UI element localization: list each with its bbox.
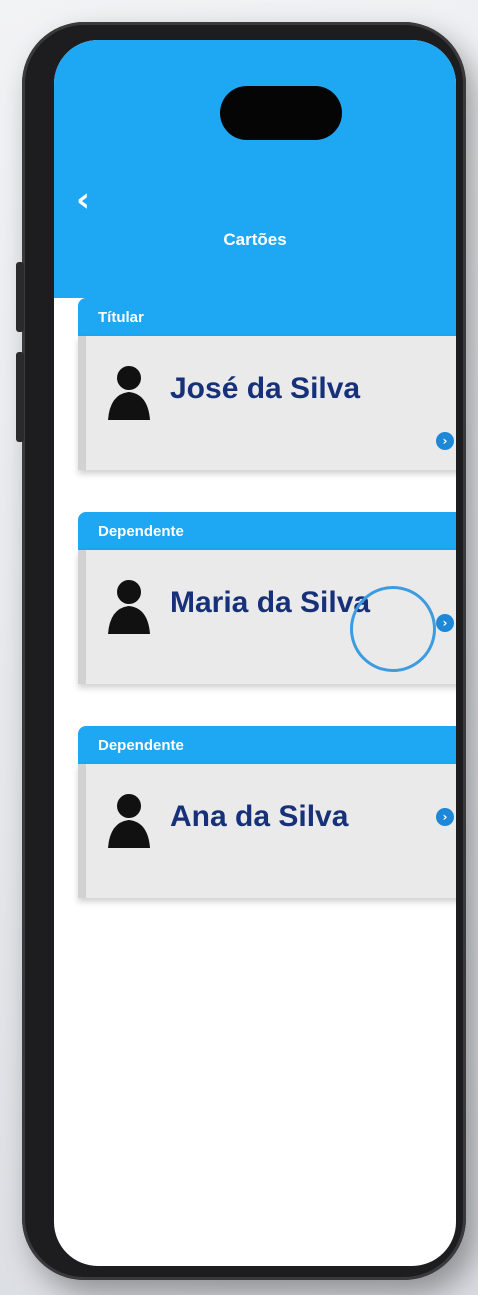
card-type-label: Títular bbox=[78, 298, 456, 336]
chevron-right-circle-icon[interactable]: › bbox=[436, 432, 454, 450]
card-body[interactable]: Ana da Silva › bbox=[78, 764, 456, 898]
tap-highlight-ring bbox=[350, 586, 436, 672]
person-icon bbox=[108, 794, 150, 848]
dynamic-island bbox=[220, 86, 342, 140]
volume-button bbox=[16, 352, 24, 442]
chevron-left-icon: ‹ bbox=[76, 180, 91, 220]
card-type-label: Dependente bbox=[78, 726, 456, 764]
chevron-right-circle-icon[interactable]: › bbox=[436, 808, 454, 826]
person-icon bbox=[108, 580, 150, 634]
person-icon bbox=[108, 366, 150, 420]
volume-button bbox=[16, 262, 24, 332]
chevron-right-circle-icon[interactable]: › bbox=[436, 614, 454, 632]
page-title: Cartões bbox=[223, 230, 287, 249]
cardholder-name: Ana da Silva bbox=[170, 800, 349, 833]
cardholder-name: Maria da Silva bbox=[170, 586, 371, 619]
card-dependente-2[interactable]: Dependente Ana da Silva › bbox=[78, 726, 456, 898]
app-header: ‹ Cartões bbox=[54, 40, 456, 298]
card-body[interactable]: José da Silva › bbox=[78, 336, 456, 470]
card-titular[interactable]: Títular José da Silva › bbox=[78, 298, 456, 470]
back-button[interactable]: ‹ bbox=[76, 180, 106, 220]
card-type-label: Dependente bbox=[78, 512, 456, 550]
cardholder-name: José da Silva bbox=[170, 372, 361, 405]
